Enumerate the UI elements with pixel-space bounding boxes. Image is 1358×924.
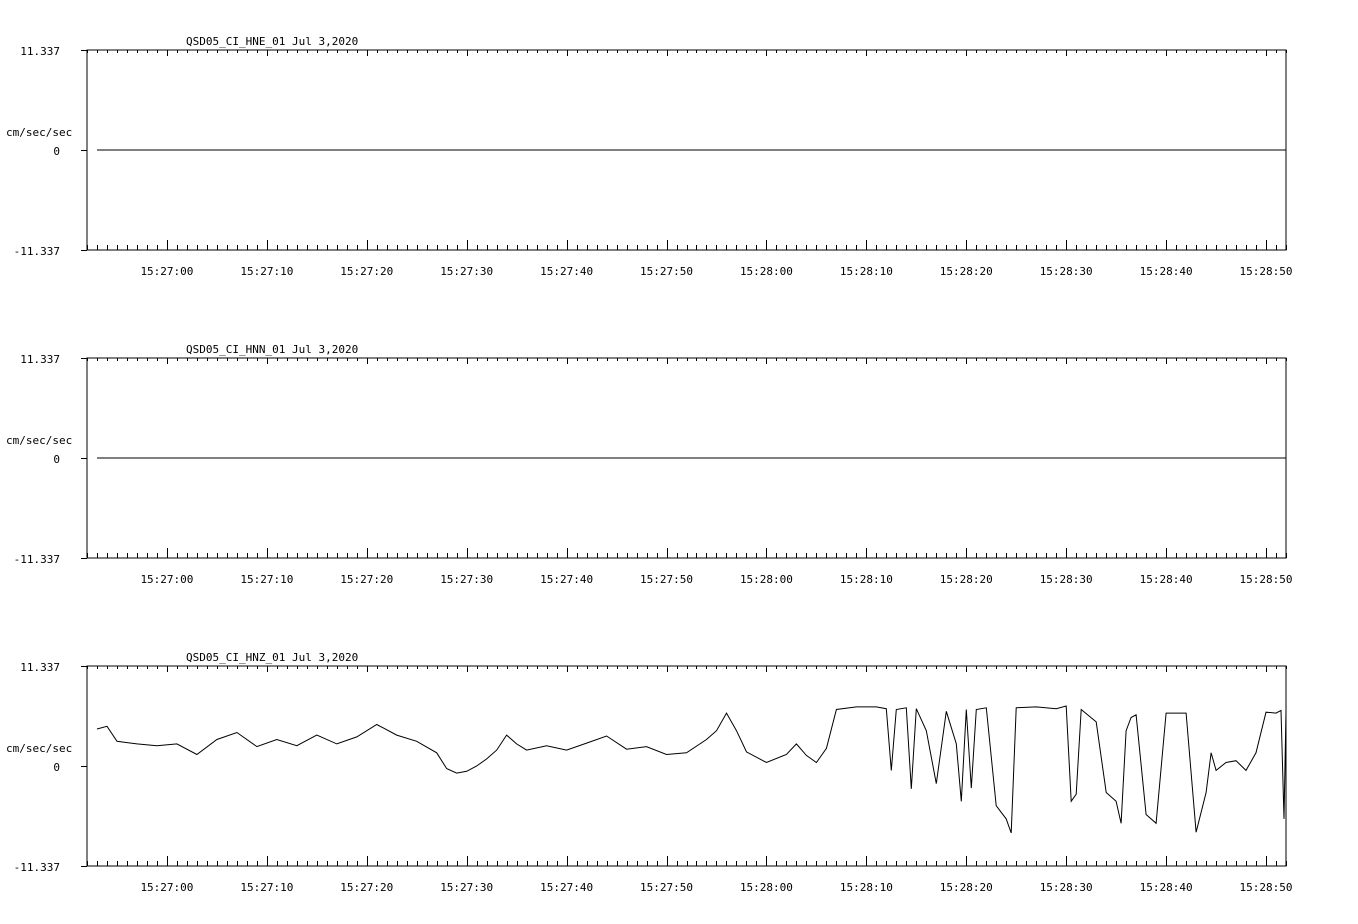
x-tick-label: 15:28:50 <box>1240 573 1293 586</box>
plot-frame <box>86 665 1287 867</box>
x-tick-label: 15:28:20 <box>940 265 993 278</box>
panel-title: QSD05_CI_HNN_01 Jul 3,2020 <box>186 343 358 356</box>
seismogram-figure: QSD05_CI_HNE_01 Jul 3,2020 cm/sec/sec 11… <box>6 35 1293 894</box>
x-tick-label: 15:28:00 <box>740 265 793 278</box>
x-tick-label: 15:28:20 <box>940 881 993 894</box>
y-tick-label-top: 11.337 <box>20 661 60 674</box>
x-tick-label: 15:28:50 <box>1240 881 1293 894</box>
x-tick-label: 15:27:20 <box>340 573 393 586</box>
waveform-trace <box>96 705 1287 834</box>
y-tick-label-bottom: -11.337 <box>14 861 60 874</box>
x-tick-label: 15:27:50 <box>640 265 693 278</box>
x-tick-label: 15:27:30 <box>440 881 493 894</box>
x-tick-label: 15:28:10 <box>840 265 893 278</box>
x-tick-label: 15:28:20 <box>940 573 993 586</box>
x-tick-label: 15:28:50 <box>1240 265 1293 278</box>
panel-hne: QSD05_CI_HNE_01 Jul 3,2020 cm/sec/sec 11… <box>6 35 358 258</box>
x-tick-label: 15:27:00 <box>140 265 193 278</box>
panel-hnn: QSD05_CI_HNN_01 Jul 3,2020 cm/sec/sec 11… <box>6 343 358 566</box>
x-tick-label: 15:27:50 <box>640 881 693 894</box>
y-axis-label: cm/sec/sec <box>6 126 72 139</box>
x-tick-label: 15:27:10 <box>240 265 293 278</box>
x-tick-label: 15:27:40 <box>540 573 593 586</box>
y-tick-label-zero: 0 <box>53 145 60 158</box>
plot-area: 15:27:00 15:27:10 15:27:20 15:27:30 15:27:40… <box>81 49 1293 278</box>
x-tick-label: 15:27:20 <box>340 265 393 278</box>
x-tick-label: 15:28:30 <box>1040 265 1093 278</box>
x-tick-label: 15:28:40 <box>1140 265 1193 278</box>
plot-area: 15:27:00 15:27:10 15:27:20 15:27:30 15:27:40… <box>81 665 1293 894</box>
y-tick-label-zero: 0 <box>53 453 60 466</box>
panel-title: QSD05_CI_HNZ_01 Jul 3,2020 <box>186 651 358 664</box>
x-tick-label: 15:27:10 <box>240 881 293 894</box>
x-tick-label: 15:27:30 <box>440 265 493 278</box>
plot-area: 15:27:00 15:27:10 15:27:20 15:27:30 15:27:40… <box>81 357 1293 586</box>
panel-hnz: QSD05_CI_HNZ_01 Jul 3,2020 cm/sec/sec 11… <box>6 651 358 874</box>
x-tick-label: 15:27:40 <box>540 265 593 278</box>
y-tick-label-bottom: -11.337 <box>14 245 60 258</box>
x-tick-label: 15:27:10 <box>240 573 293 586</box>
x-tick-label: 15:27:00 <box>140 573 193 586</box>
x-tick-label: 15:27:30 <box>440 573 493 586</box>
x-tick-label: 15:28:00 <box>740 881 793 894</box>
x-tick-label: 15:28:10 <box>840 881 893 894</box>
y-axis-label: cm/sec/sec <box>6 434 72 447</box>
x-tick-label: 15:28:40 <box>1140 881 1193 894</box>
x-tick-label: 15:27:40 <box>540 881 593 894</box>
panel-title: QSD05_CI_HNE_01 Jul 3,2020 <box>186 35 358 48</box>
x-tick-label: 15:28:30 <box>1040 881 1093 894</box>
x-tick-label: 15:27:20 <box>340 881 393 894</box>
y-tick-label-bottom: -11.337 <box>14 553 60 566</box>
y-axis-label: cm/sec/sec <box>6 742 72 755</box>
x-tick-label: 15:28:30 <box>1040 573 1093 586</box>
y-tick-label-zero: 0 <box>53 761 60 774</box>
x-tick-label: 15:27:50 <box>640 573 693 586</box>
x-tick-label: 15:28:10 <box>840 573 893 586</box>
y-tick-label-top: 11.337 <box>20 45 60 58</box>
x-tick-label: 15:27:00 <box>140 881 193 894</box>
x-tick-label: 15:28:00 <box>740 573 793 586</box>
x-tick-label: 15:28:40 <box>1140 573 1193 586</box>
y-tick-label-top: 11.337 <box>20 353 60 366</box>
